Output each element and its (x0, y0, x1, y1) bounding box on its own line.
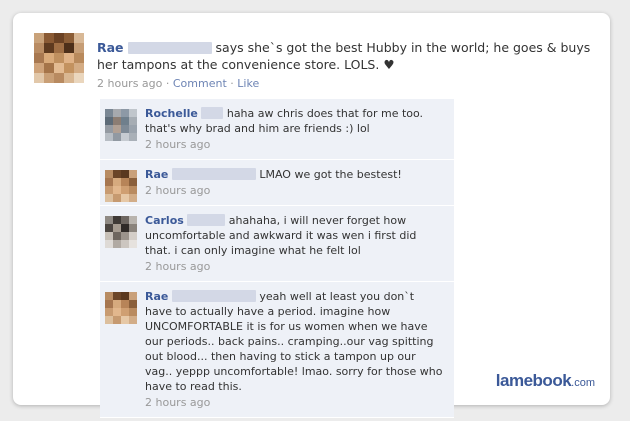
comment-text: Rae yeah well at least you don`t have to… (145, 289, 444, 394)
lamebook-watermark: lamebook.com (496, 371, 595, 391)
comment-text: Rae LMAO we got the bestest! (145, 167, 444, 182)
comment-author-link[interactable]: Rae (145, 290, 168, 303)
comment-item: Rae LMAO we got the bestest! 2 hours ago (100, 160, 454, 206)
watermark-domain: .com (571, 377, 595, 389)
redacted-surname (171, 168, 256, 180)
post-text-line: Rae says she`s got the best Hubby in the… (97, 39, 597, 73)
comment-text: Rochelle haha aw chris does that for me … (145, 106, 444, 136)
comment-item: Rochelle haha aw chris does that for me … (100, 99, 454, 160)
post-meta: 2 hours ago · Comment · Like (97, 75, 597, 92)
post-body: Rae says she`s got the best Hubby in the… (97, 39, 597, 92)
comment-body: yeah well at least you don`t have to act… (145, 290, 443, 393)
redacted-surname (201, 107, 224, 119)
comment-timestamp: 2 hours ago (145, 396, 211, 409)
comment-timestamp: 2 hours ago (145, 138, 211, 151)
comment-author-link[interactable]: Carlos (145, 214, 184, 227)
redacted-surname (187, 214, 226, 226)
comment-timestamp: 2 hours ago (145, 184, 211, 197)
avatar[interactable] (34, 33, 84, 83)
meta-separator: · (165, 77, 170, 90)
comments-list: Rochelle haha aw chris does that for me … (100, 99, 454, 418)
comment-body: ahahaha, i will never forget how uncomfo… (145, 214, 417, 257)
redacted-surname (171, 290, 256, 302)
comment-body: LMAO we got the bestest! (259, 168, 402, 181)
avatar[interactable] (105, 292, 137, 324)
comment-author-link[interactable]: Rochelle (145, 107, 198, 120)
avatar[interactable] (105, 170, 137, 202)
watermark-brand: lamebook (495, 371, 572, 390)
post-card: Rae says she`s got the best Hubby in the… (13, 13, 610, 418)
comment-text: Carlos ahahaha, i will never forget how … (145, 213, 444, 258)
avatar[interactable] (105, 109, 137, 141)
comment-timestamp: 2 hours ago (145, 260, 211, 273)
comment-item: Carlos ahahaha, i will never forget how … (100, 206, 454, 282)
post-author-link[interactable]: Rae (97, 40, 124, 55)
like-link[interactable]: Like (237, 77, 259, 90)
comment-link[interactable]: Comment (173, 77, 227, 90)
meta-separator: · (230, 77, 234, 90)
redacted-surname (127, 42, 212, 54)
comment-item: Rae yeah well at least you don`t have to… (100, 282, 454, 418)
avatar[interactable] (105, 216, 137, 248)
post-timestamp: 2 hours ago (97, 77, 163, 90)
comment-author-link[interactable]: Rae (145, 168, 168, 181)
